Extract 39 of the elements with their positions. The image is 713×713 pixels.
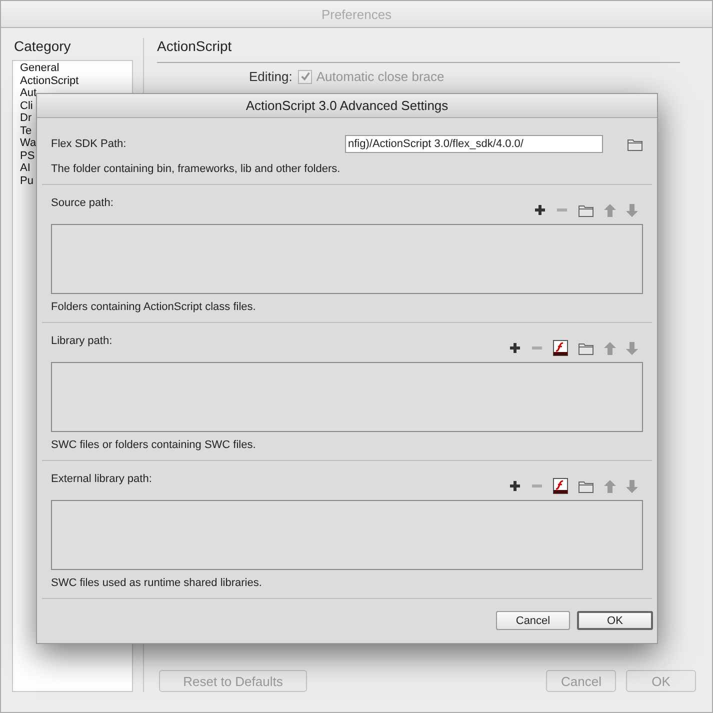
section-hint: SWC files used as runtime shared libraries. <box>51 577 263 589</box>
category-item[interactable]: AI <box>20 162 30 174</box>
window-title: Preferences <box>321 6 392 22</box>
panel-heading: ActionScript <box>157 38 680 63</box>
path-list[interactable] <box>51 224 643 294</box>
category-item[interactable]: General <box>20 62 60 74</box>
sdk-path-hint: The folder containing bin, frameworks, lib and other folders. <box>51 163 342 175</box>
folder-icon[interactable] <box>578 480 594 492</box>
sdk-path-field[interactable]: nfig)/ActionScript 3.0/flex_sdk/4.0.0/ <box>345 135 603 153</box>
category-item[interactable]: ActionScript <box>20 74 79 87</box>
category-heading: Category <box>13 38 72 56</box>
dialog-title: ActionScript 3.0 Advanced Settings <box>246 98 448 113</box>
category-item[interactable]: Pu <box>20 174 34 187</box>
path-list[interactable] <box>51 362 643 432</box>
category-item[interactable]: Dr <box>20 112 32 124</box>
dialog-button[interactable]: OK <box>577 611 653 630</box>
folder-icon[interactable] <box>578 342 594 354</box>
editing-label: Editing: <box>249 69 292 84</box>
sdk-path-label: Flex SDK Path: <box>51 138 128 150</box>
category-item[interactable]: PS <box>20 150 35 162</box>
section-hint: SWC files or folders containing SWC files. <box>51 439 257 451</box>
dialog-button[interactable]: Cancel <box>496 611 570 630</box>
category-item[interactable]: Te <box>20 124 32 137</box>
category-item[interactable]: Cli <box>20 100 33 112</box>
section-label: External library path: <box>51 473 152 485</box>
folder-icon[interactable] <box>627 138 643 150</box>
plus-icon[interactable] <box>534 204 546 216</box>
path-list[interactable] <box>51 500 643 570</box>
plus-icon[interactable] <box>509 480 521 492</box>
section-label: Library path: <box>51 335 112 347</box>
option-label: Automatic close brace <box>316 69 444 84</box>
flash-icon[interactable] <box>553 340 568 356</box>
section-label: Source path: <box>51 197 114 209</box>
category-item[interactable]: Wa <box>20 137 36 150</box>
flash-icon[interactable] <box>553 478 568 494</box>
folder-icon[interactable] <box>578 204 594 216</box>
section-hint: Folders containing ActionScript class files. <box>51 301 257 313</box>
category-item[interactable]: Aut <box>20 87 37 100</box>
plus-icon[interactable] <box>509 342 521 354</box>
